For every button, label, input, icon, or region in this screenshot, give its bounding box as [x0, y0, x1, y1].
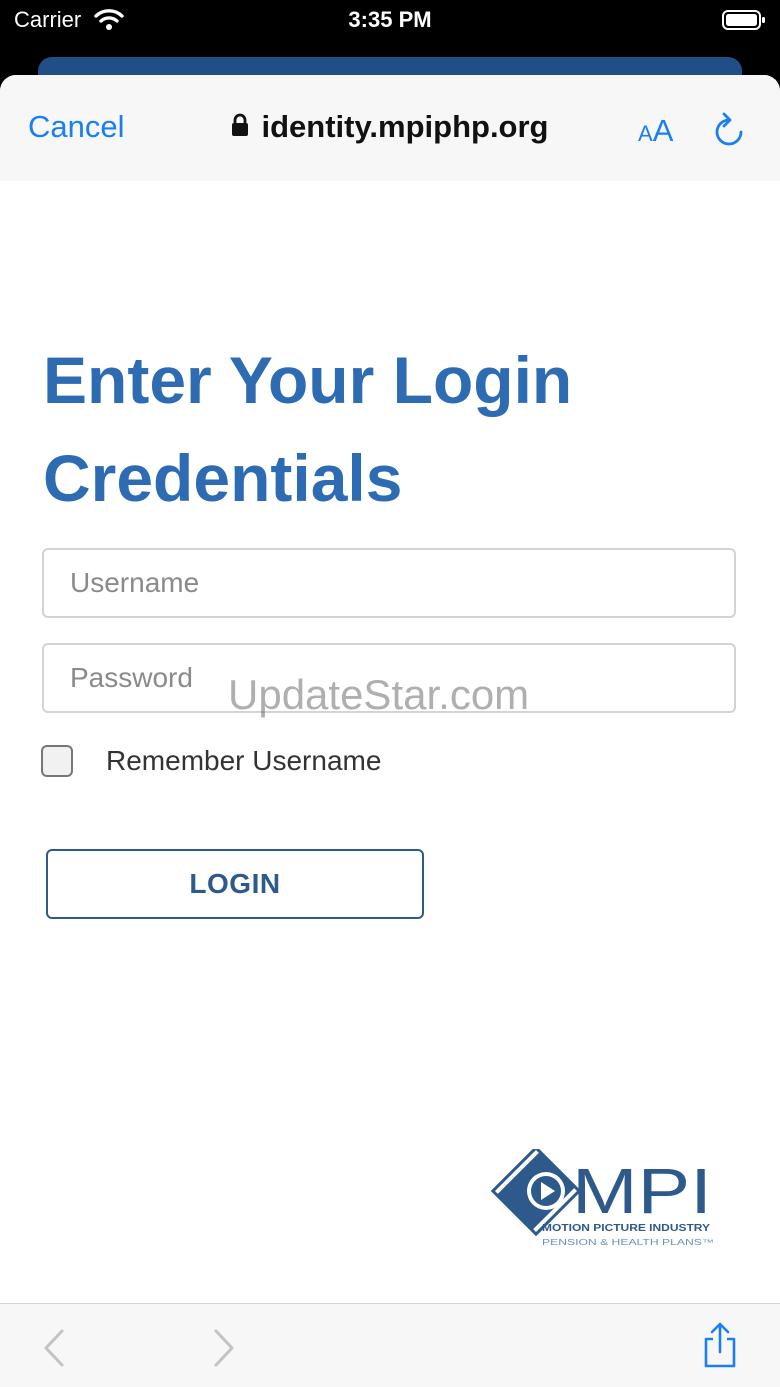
- browser-toolbar: [0, 1303, 780, 1387]
- remember-username-checkbox[interactable]: [41, 745, 73, 777]
- page-title: Enter Your Login Credentials: [43, 343, 573, 515]
- password-input[interactable]: [42, 643, 736, 713]
- text-size-large-glyph: A: [652, 113, 674, 148]
- username-input[interactable]: [42, 548, 736, 618]
- logo-line1: MOTION PICTURE INDUSTRY: [542, 1222, 710, 1234]
- url-text: identity.mpiphp.org: [261, 109, 549, 144]
- text-size-icon[interactable]: AA: [638, 113, 673, 149]
- browser-nav-bar: Cancel identity.mpiphp.org AA: [0, 75, 780, 182]
- remember-username-label[interactable]: Remember Username: [106, 745, 381, 777]
- lock-icon: [231, 113, 249, 142]
- battery-icon: [722, 9, 766, 36]
- browser-sheet: Cancel identity.mpiphp.org AA Enter Your…: [0, 75, 780, 1387]
- forward-icon[interactable]: [210, 1328, 238, 1373]
- mpi-logo: MPI MOTION PICTURE INDUSTRY PENSION & HE…: [490, 1145, 720, 1249]
- login-page: Enter Your Login Credentials Remember Us…: [0, 181, 780, 1303]
- logo-mark-text: MPI: [572, 1155, 712, 1227]
- back-icon[interactable]: [40, 1328, 68, 1373]
- reload-icon[interactable]: [712, 111, 746, 154]
- status-bar: Carrier 3:35 PM: [0, 0, 780, 58]
- login-button[interactable]: LOGIN: [46, 849, 424, 919]
- logo-line2: PENSION & HEALTH PLANS™: [542, 1238, 714, 1247]
- status-time: 3:35 PM: [348, 7, 432, 32]
- share-icon[interactable]: [700, 1322, 740, 1375]
- text-size-small-glyph: A: [638, 121, 653, 146]
